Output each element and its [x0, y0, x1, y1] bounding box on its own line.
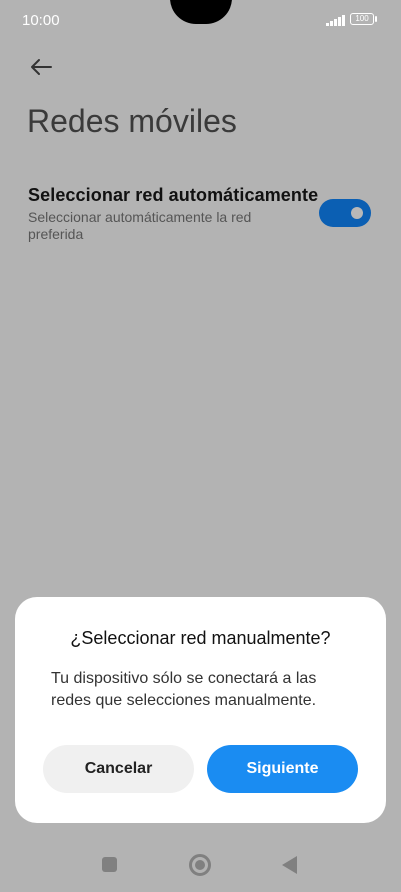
manual-network-dialog: ¿Seleccionar red manualmente? Tu disposi…: [15, 597, 386, 823]
camera-notch: [170, 0, 232, 24]
signal-bars-icon: [326, 14, 346, 26]
arrow-left-icon: [31, 59, 52, 75]
toggle-knob: [351, 207, 363, 219]
battery-icon: 100: [350, 13, 374, 25]
status-time: 10:00: [22, 12, 60, 29]
dialog-title: ¿Seleccionar red manualmente?: [70, 628, 331, 648]
dialog-message: Tu dispositivo sólo se conectará a las r…: [51, 670, 317, 709]
auto-network-setting-row[interactable]: Seleccionar red automáticamente Seleccio…: [28, 185, 378, 245]
screen: 10:00 100 Redes móviles Seleccionar red …: [0, 0, 401, 892]
auto-network-toggle[interactable]: [319, 199, 371, 227]
next-button[interactable]: Siguiente: [207, 745, 358, 793]
back-triangle-icon[interactable]: [282, 856, 297, 874]
page-title: Redes móviles: [27, 103, 237, 139]
battery-tip: [375, 16, 377, 22]
setting-title: Seleccionar red automáticamente: [28, 185, 319, 205]
setting-subtitle: Seleccionar automáticamente la red prefe…: [28, 209, 252, 242]
status-bar: 10:00 100: [0, 0, 401, 42]
cancel-button[interactable]: Cancelar: [43, 745, 194, 793]
home-circle-icon[interactable]: [189, 854, 211, 876]
recents-square-icon[interactable]: [102, 857, 117, 872]
battery-level: 100: [355, 14, 369, 23]
back-button[interactable]: [26, 52, 56, 82]
